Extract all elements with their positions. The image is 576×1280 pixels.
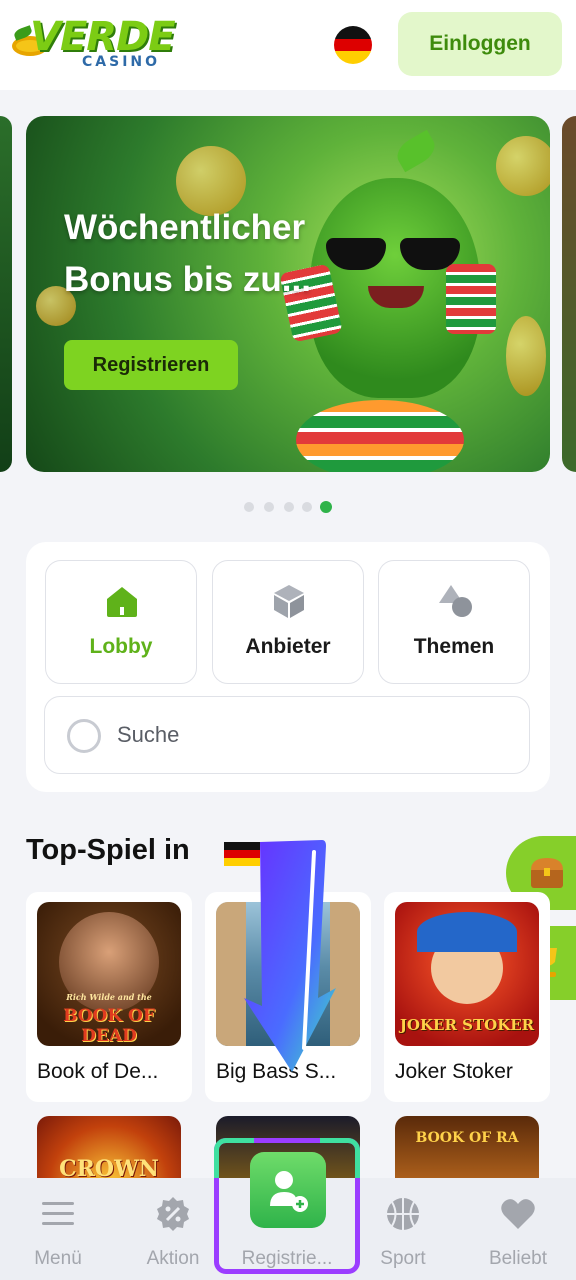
nav-label: Aktion	[146, 1248, 200, 1269]
highlight-corner	[320, 1138, 360, 1178]
header: VERDE CASINO Einloggen	[0, 0, 576, 90]
banner-title: Wöchentlicher Bonus bis zu...	[64, 208, 311, 299]
nav-label: Beliebt	[488, 1248, 548, 1269]
tab-label: Themen	[413, 635, 495, 658]
nav-label: Registrie...	[241, 1248, 333, 1269]
cube-icon	[274, 585, 304, 618]
game-thumbnail[interactable]: CROWN	[37, 1116, 181, 1186]
home-icon	[107, 587, 137, 617]
nav-sport[interactable]: Sport	[348, 1178, 458, 1280]
carousel-pagination	[0, 500, 576, 513]
game-thumbnail[interactable]: BOOK OF RA	[395, 1116, 539, 1186]
tab-lobby[interactable]: Lobby	[45, 560, 197, 684]
game-name: Joker Stoker	[395, 1060, 513, 1083]
shapes-icon	[439, 585, 472, 617]
nav-menu[interactable]: Menü	[3, 1178, 113, 1280]
game-card[interactable]: Rich Wilde and the BOOK OF DEAD Book of …	[26, 892, 192, 1102]
discount-badge-icon	[157, 1197, 189, 1231]
search-input[interactable]: Suche	[44, 696, 530, 774]
carousel-dot-active[interactable]	[320, 501, 332, 513]
logo-subtext: CASINO	[82, 54, 161, 70]
section-title: Top-Spiel in	[26, 834, 190, 866]
nav-favorites[interactable]: Beliebt	[463, 1178, 573, 1280]
nav-register-button[interactable]	[250, 1152, 326, 1228]
verde-casino-logo[interactable]: VERDE CASINO	[12, 14, 192, 74]
coin-decoration	[506, 316, 546, 396]
game-card[interactable]: JOKER STOKER Joker Stoker	[384, 892, 550, 1102]
basketball-icon	[387, 1198, 419, 1230]
carousel-next-slide[interactable]	[562, 116, 576, 472]
carousel-dot[interactable]	[284, 502, 294, 512]
carousel-dot[interactable]	[302, 502, 312, 512]
tab-label: Lobby	[89, 635, 153, 658]
tab-providers[interactable]: Anbieter	[212, 560, 364, 684]
hamburger-menu-icon	[42, 1202, 74, 1225]
carousel-dot[interactable]	[264, 502, 274, 512]
register-button[interactable]: Registrieren	[64, 340, 238, 390]
game-name: Book of De...	[37, 1060, 159, 1083]
language-flag-icon[interactable]	[334, 26, 372, 64]
tab-themes[interactable]: Themen	[378, 560, 530, 684]
search-icon	[67, 719, 101, 753]
nav-label: Sport	[380, 1248, 426, 1269]
add-user-icon	[270, 1171, 308, 1212]
highlight-corner	[214, 1138, 254, 1178]
search-placeholder: Suche	[117, 722, 180, 747]
carousel-prev-slide[interactable]	[0, 116, 12, 472]
game-thumbnail[interactable]: JOKER STOKER	[395, 902, 539, 1046]
login-button[interactable]: Einloggen	[398, 12, 562, 76]
treasure-chest-icon	[531, 858, 563, 888]
nav-promotions[interactable]: Aktion	[118, 1178, 228, 1280]
carousel-dot[interactable]	[244, 502, 254, 512]
category-card: Lobby Anbieter Themen Suche	[26, 542, 550, 792]
nav-label: Menü	[34, 1248, 82, 1269]
game-thumbnail[interactable]: Rich Wilde and the BOOK OF DEAD	[37, 902, 181, 1046]
promo-banner[interactable]: Wöchentlicher Bonus bis zu... Registrier…	[26, 116, 550, 472]
heart-icon	[501, 1199, 535, 1229]
arrow-down-indicator-icon	[244, 840, 336, 1072]
tab-label: Anbieter	[245, 635, 331, 658]
